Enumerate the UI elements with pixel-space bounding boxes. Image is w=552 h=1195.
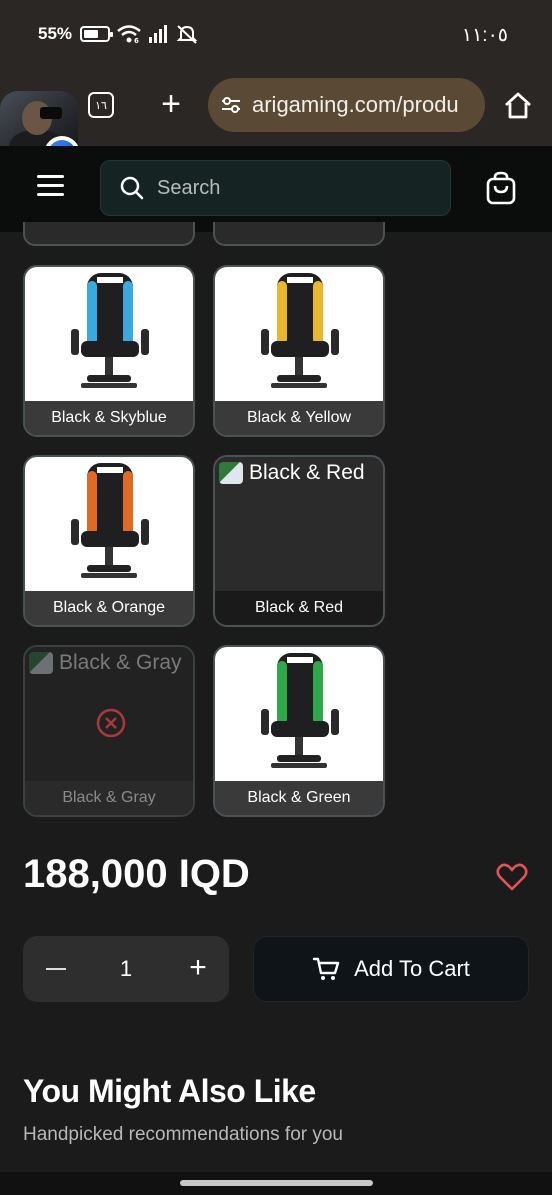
chair-image — [261, 653, 339, 768]
plus-icon: + — [189, 951, 207, 984]
variant-card-partial[interactable] — [23, 222, 195, 246]
browser-toolbar: ١٦ + arigaming.com/produ — [0, 70, 552, 146]
battery-percent: 55% — [38, 24, 73, 43]
status-time: ١١:٠٥ — [461, 25, 508, 46]
variant-card-red[interactable]: Black & Red Black & Red — [213, 455, 385, 627]
add-to-cart-button[interactable]: Add To Cart — [253, 936, 529, 1002]
url-bar[interactable]: arigaming.com/produ — [208, 78, 485, 132]
variant-image-broken: Black & Gray — [25, 647, 193, 783]
mute-icon — [176, 25, 198, 44]
variant-label: Black & Red — [215, 591, 383, 625]
unavailable-icon — [96, 708, 126, 738]
menu-icon[interactable] — [37, 175, 64, 197]
recommendations-title: You Might Also Like — [23, 1073, 316, 1109]
variant-card-green[interactable]: Black & Green — [213, 645, 385, 817]
signal-icon — [149, 25, 168, 43]
add-to-cart-label: Add To Cart — [354, 956, 470, 981]
home-icon[interactable] — [502, 90, 534, 122]
wifi-icon: 6 — [117, 25, 141, 44]
increment-button[interactable]: + — [183, 951, 213, 984]
url-text[interactable]: arigaming.com/produ — [252, 92, 459, 118]
search-input[interactable] — [157, 176, 437, 200]
variant-image — [25, 457, 193, 593]
chair-image — [71, 273, 149, 388]
search-box[interactable] — [100, 160, 451, 216]
heart-icon[interactable] — [496, 862, 528, 892]
variant-card-yellow[interactable]: Black & Yellow — [213, 265, 385, 437]
plus-icon: + — [161, 85, 181, 123]
variant-card-gray: Black & Gray Black & Gray — [23, 645, 195, 817]
product-price: 188,000 IQD — [23, 852, 250, 896]
variant-card-partial[interactable] — [213, 222, 385, 246]
recommendations-subtitle: Handpicked recommendations for you — [23, 1124, 344, 1145]
variant-label: Black & Green — [215, 781, 383, 815]
site-header — [0, 146, 552, 232]
variant-label: Black & Gray — [25, 781, 193, 815]
cart-icon — [312, 957, 340, 980]
variant-card-orange[interactable]: Black & Orange — [23, 455, 195, 627]
variant-image — [215, 267, 383, 403]
variant-image — [25, 267, 193, 403]
broken-image-icon — [219, 462, 243, 484]
quantity-value: 1 — [119, 956, 133, 981]
image-alt-text: Black & Red — [249, 461, 365, 484]
chair-image — [71, 463, 149, 578]
status-bar: 55% 6 ١١:٠٥ — [0, 0, 552, 70]
variant-image-broken: Black & Red — [215, 457, 383, 593]
new-tab-button[interactable]: + — [156, 84, 186, 124]
gesture-nav-area — [0, 1172, 552, 1195]
status-left: 55% 6 — [38, 24, 198, 44]
quantity-stepper: 1 + — [23, 936, 229, 1002]
variant-card-skyblue[interactable]: Black & Skyblue — [23, 265, 195, 437]
home-indicator[interactable] — [180, 1180, 373, 1186]
battery-icon — [80, 26, 114, 42]
minus-icon — [46, 967, 66, 971]
chair-image — [261, 273, 339, 388]
shopping-bag-icon[interactable] — [485, 171, 517, 205]
tab-count-button[interactable]: ١٦ — [88, 92, 114, 118]
broken-image-icon — [29, 652, 53, 674]
variant-label: Black & Orange — [25, 591, 193, 625]
svg-text:6: 6 — [134, 37, 139, 44]
decrement-button[interactable] — [41, 954, 71, 984]
tune-icon[interactable] — [220, 94, 242, 116]
image-alt-text: Black & Gray — [59, 651, 182, 674]
variant-image — [215, 647, 383, 783]
variant-label: Black & Skyblue — [25, 401, 193, 435]
variant-label: Black & Yellow — [215, 401, 383, 435]
search-icon — [120, 176, 144, 200]
